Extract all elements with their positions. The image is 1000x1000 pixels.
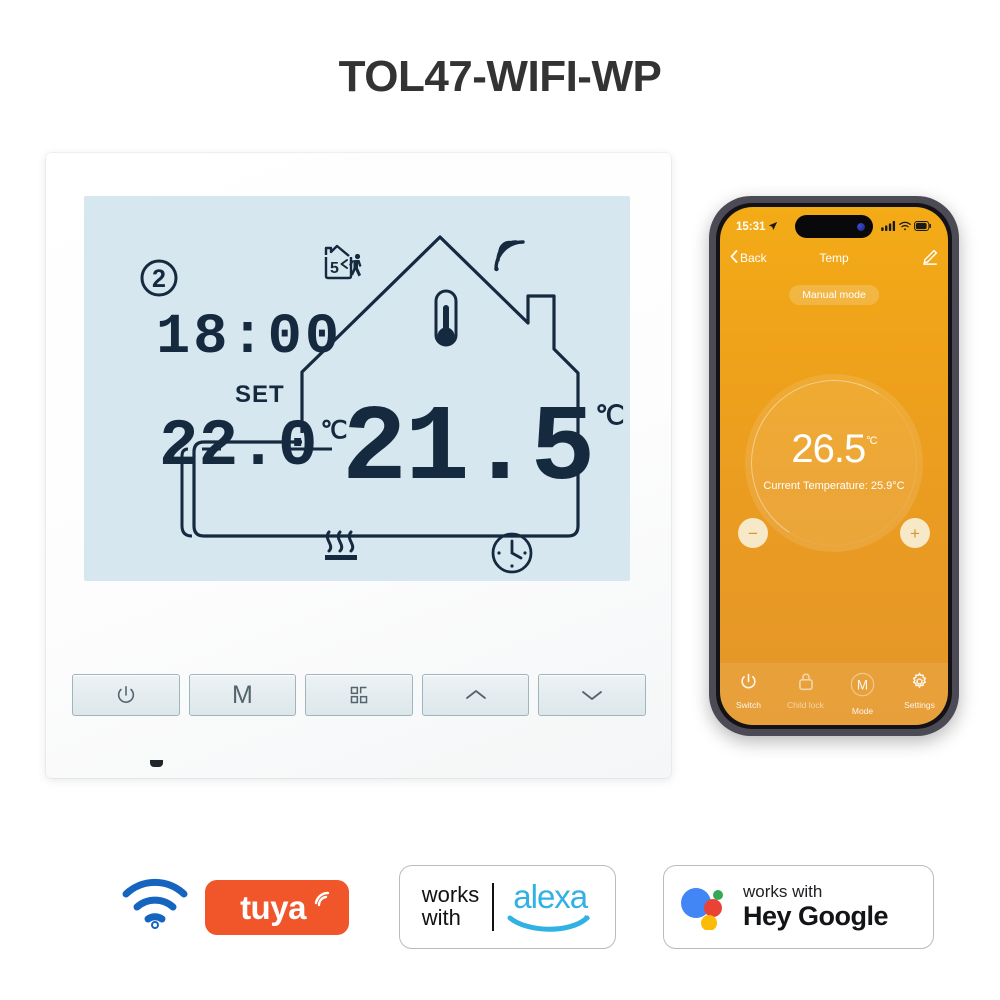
mode-pill[interactable]: Manual mode [789,285,879,305]
lock-icon [797,672,815,696]
tab-mode[interactable]: M Mode [834,672,891,716]
power-button[interactable] [72,674,180,716]
alexa-works-line2: with [421,905,461,930]
device-sensor-notch [150,760,163,767]
cellular-signal-icon [881,220,896,234]
hey-google-wordmark: Hey Google [743,901,889,932]
down-button[interactable] [538,674,646,716]
works-with-alexa-badge: works with alexa [399,865,616,949]
back-button[interactable]: Back [730,250,767,266]
navigation-bar: Back Temp [720,245,948,271]
page-root: TOL47-WIFI-WP 5 2 18:00 SET 22.0 ℃ 21.5 … [0,0,1000,1000]
dial-set-temperature-value: 26.5 [791,427,866,471]
wifi-badge [120,877,190,934]
alexa-works-line1: works [421,882,480,908]
chevron-down-icon [580,687,604,703]
phone-bezel: 15:31 Back Temp Manual mode 26.5°C Curre… [716,203,952,729]
bottom-tab-bar: Switch Child lock M Mode Settings [720,663,948,725]
grid-icon [349,685,369,705]
svg-text:5: 5 [330,260,339,277]
wifi-icon [122,878,188,929]
amazon-smile-icon [507,914,591,932]
letter-m-circle-icon: M [850,672,875,702]
mode-button[interactable]: M [188,674,297,716]
set-temperature-value: 22.0 [159,409,318,484]
tuya-wordmark: tuya [240,889,306,926]
dial-current-temperature: Current Temperature: 25.9°C [763,480,905,492]
up-button[interactable] [421,674,530,716]
page-title: TOL47-WIFI-WP [338,52,662,101]
certification-badges: tuya works with alexa works with Hey Goo… [0,862,1000,972]
thermostat-device: 5 2 18:00 SET 22.0 ℃ 21.5 ℃ M [46,153,671,778]
google-works-with-text: works with [743,882,823,902]
current-temperature-unit: ℃ [595,400,625,430]
phone-screen: 15:31 Back Temp Manual mode 26.5°C Curre… [720,207,948,725]
battery-icon [914,220,932,234]
svg-text:M: M [857,677,868,692]
tab-mode-label: Mode [851,706,874,716]
day-number: 2 [152,265,166,293]
house-away-icon: 5 [324,244,362,280]
tab-settings-label: Settings [904,700,935,710]
lcd-clock: 18:00 [156,306,343,370]
set-label: SET [235,381,285,408]
tab-child-lock-label: Child lock [787,700,824,710]
power-icon [739,672,758,696]
increase-temperature-button[interactable]: + [900,518,930,548]
edit-pen-icon[interactable] [922,249,938,268]
chevron-up-icon [464,687,488,703]
wifi-signal-icon [494,240,525,272]
menu-button[interactable] [305,674,413,716]
gear-icon [910,672,929,696]
power-icon [115,684,137,706]
thermostat-button-row: M [72,674,646,716]
mode-button-label: M [231,680,253,709]
tuya-signal-icon [314,891,332,912]
tab-switch-label: Switch [735,700,762,710]
chevron-left-icon [730,250,738,266]
wifi-icon [899,221,911,234]
tuya-badge: tuya [205,880,349,935]
thermometer-icon [434,289,458,347]
thermostat-lcd-screen: 5 2 18:00 SET 22.0 ℃ 21.5 ℃ [84,196,630,581]
dial-set-temperature: 26.5°C [745,429,923,469]
back-label: Back [740,251,767,265]
current-temperature-value: 21.5 [342,389,595,511]
alexa-wordmark: alexa [513,878,588,916]
alexa-works-with-text: works with [421,882,480,930]
phone-mockup: 15:31 Back Temp Manual mode 26.5°C Curre… [709,196,959,736]
status-time: 15:31 [736,221,766,233]
dial-set-temperature-unit: °C [866,435,877,447]
location-arrow-icon [768,221,778,234]
decrease-temperature-button[interactable]: − [738,518,768,548]
alexa-logo: alexa [507,878,593,932]
tab-switch[interactable]: Switch [720,672,777,710]
alexa-divider [492,883,495,931]
status-bar: 15:31 [720,217,948,237]
google-assistant-icon [680,884,730,931]
clock-icon [491,532,533,574]
works-with-hey-google-badge: works with Hey Google [663,865,934,949]
google-badge-text: works with Hey Google [743,882,889,932]
day-indicator: 2 [140,259,178,297]
tab-settings[interactable]: Settings [891,672,948,710]
temperature-dial[interactable]: 26.5°C Current Temperature: 25.9°C − + [735,364,933,562]
tab-child-lock[interactable]: Child lock [777,672,834,710]
